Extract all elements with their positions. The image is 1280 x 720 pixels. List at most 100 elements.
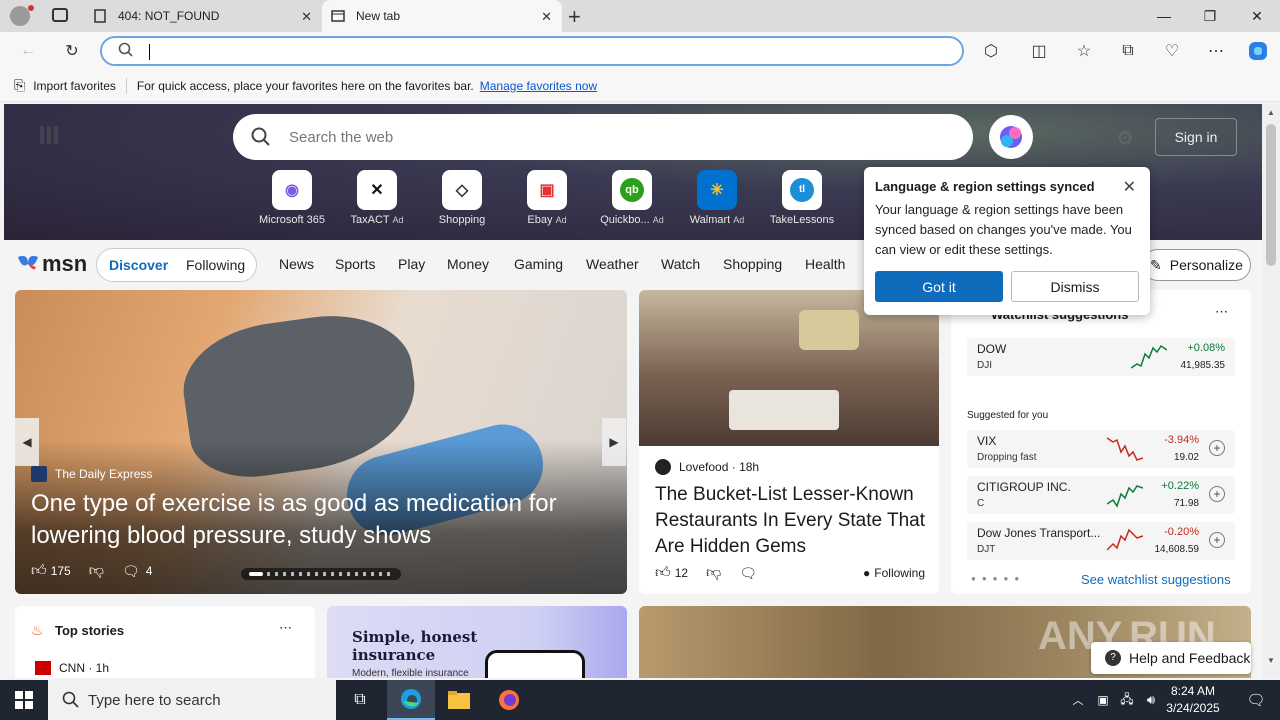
windows-icon (15, 691, 33, 709)
got-it-button[interactable]: Got it (875, 271, 1003, 302)
new-tab-button[interactable]: + (568, 4, 581, 30)
copilot-button[interactable] (989, 115, 1033, 159)
quick-link-takelessons[interactable]: tl TakeLessons (767, 170, 837, 226)
minimize-button[interactable]: — (1141, 0, 1187, 32)
import-favorites-button[interactable]: Import favorites (33, 79, 116, 93)
quick-link-quickbooks[interactable]: qb Quickbo... Ad (597, 170, 667, 226)
following-tab[interactable]: Following (186, 257, 245, 273)
more-menu-icon[interactable]: ⋯ (1202, 39, 1230, 63)
tab-404[interactable]: 404: NOT_FOUND ✕ (84, 0, 322, 32)
dismiss-button[interactable]: Dismiss (1011, 271, 1139, 302)
device-icon[interactable]: ▣ (1092, 680, 1114, 720)
nav-sports[interactable]: Sports (335, 256, 375, 272)
see-watchlist-link[interactable]: See watchlist suggestions (1081, 572, 1231, 587)
top-stories-more-icon[interactable]: ⋯ (279, 620, 292, 636)
notification-dot (28, 5, 34, 11)
watchlist-more-icon[interactable]: ⋯ (1215, 304, 1228, 320)
tab-new-tab[interactable]: New tab ✕ (322, 0, 562, 32)
favorites-star-icon[interactable]: ☆ (1070, 39, 1098, 63)
nav-health[interactable]: Health (805, 256, 845, 272)
article-source: Lovefood · 18h (655, 459, 759, 475)
second-article-card[interactable]: Lovefood · 18h The Bucket-List Lesser-Kn… (639, 290, 939, 594)
nav-watch[interactable]: Watch (661, 256, 700, 272)
nav-news[interactable]: News (279, 256, 314, 272)
comment-icon[interactable]: 🗨︎ (122, 563, 140, 580)
nav-money[interactable]: Money (447, 256, 489, 272)
like-icon[interactable]: 👍︎ (655, 564, 671, 582)
quick-link-shopping[interactable]: ◇ Shopping (427, 170, 497, 226)
watch-row-citigroup[interactable]: CITIGROUP INC. C +0.22% 71.98 + (967, 476, 1235, 514)
quick-link-ebay[interactable]: ▣ Ebay Ad (512, 170, 582, 226)
scroll-up-icon[interactable]: ▲ (1267, 108, 1275, 117)
nav-play[interactable]: Play (398, 256, 425, 272)
main-article-card[interactable]: ◀ ▶ The Daily Express One type of exerci… (15, 290, 627, 594)
insurance-ad-card[interactable]: Simple, honest insurance Modern, flexibl… (327, 606, 627, 678)
watchlist-pager-dots[interactable]: ●●●●● (971, 574, 1025, 583)
add-to-watchlist-button[interactable]: + (1209, 440, 1225, 456)
close-icon[interactable]: ✕ (1123, 177, 1136, 197)
settings-gear-icon[interactable]: ⚙ (1116, 126, 1134, 151)
split-screen-icon[interactable]: ◫ (1025, 39, 1053, 63)
second-headline[interactable]: The Bucket-List Lesser-Known Restaurants… (655, 482, 925, 560)
nav-weather[interactable]: Weather (586, 256, 639, 272)
file-explorer-icon[interactable] (435, 680, 483, 720)
network-icon[interactable]: 🖧︎ (1116, 680, 1138, 720)
quick-link-walmart[interactable]: ✳ Walmart Ad (682, 170, 752, 226)
restore-button[interactable]: ❐ (1187, 0, 1233, 32)
web-search-box[interactable]: Search the web (233, 114, 973, 160)
pencil-icon: ✎ (1150, 256, 1162, 273)
watch-row-vix[interactable]: VIX Dropping fast -3.94% 19.02 + (967, 430, 1235, 468)
source-logo-icon (31, 466, 47, 482)
back-button[interactable]: ← (14, 39, 42, 63)
comment-icon[interactable]: 🗨︎ (739, 565, 757, 582)
profile-icon[interactable] (10, 6, 30, 26)
edge-taskbar-icon[interactable] (387, 680, 435, 720)
help-feedback-button[interactable]: ? Help and Feedback (1091, 642, 1251, 674)
show-hidden-icons[interactable]: ︿ (1066, 680, 1090, 720)
watch-row-dow-transport[interactable]: Dow Jones Transport... DJT -0.20% 14,608… (967, 522, 1235, 560)
sign-in-button[interactable]: Sign in (1155, 118, 1237, 156)
quick-link-taxact[interactable]: ✕ TaxACT Ad (342, 170, 412, 226)
personalize-button[interactable]: ✎ Personalize (1142, 249, 1251, 281)
volume-icon[interactable]: 🔊︎ (1140, 680, 1162, 720)
tab-actions-icon[interactable] (52, 8, 68, 22)
start-button[interactable] (0, 680, 48, 720)
collections-icon[interactable]: ⧉ (1114, 39, 1142, 63)
apps-grid-icon[interactable] (40, 126, 58, 144)
msn-logo[interactable]: msn (16, 251, 87, 277)
firefox-icon[interactable] (485, 680, 533, 720)
copilot-icon[interactable] (1244, 39, 1272, 63)
refresh-button[interactable]: ↻ (58, 39, 86, 63)
taskbar-search[interactable]: Type here to search (48, 680, 336, 720)
extensions-icon[interactable]: ⬡ (977, 39, 1005, 63)
vertical-scrollbar[interactable]: ▲ ▼ (1262, 104, 1280, 678)
close-tab-icon[interactable]: ✕ (301, 9, 312, 25)
dislike-icon[interactable]: 👎︎ (706, 564, 721, 582)
nav-gaming[interactable]: Gaming (514, 256, 563, 272)
scroll-thumb[interactable] (1266, 124, 1276, 266)
nav-shopping[interactable]: Shopping (723, 256, 782, 272)
carousel-dot-active[interactable] (249, 572, 263, 576)
manage-favorites-link[interactable]: Manage favorites now (480, 79, 597, 93)
watch-row-featured[interactable]: DOW DJI +0.08% 41,985.35 (967, 338, 1235, 376)
quick-link-microsoft365[interactable]: ◉ Microsoft 365 (257, 170, 327, 226)
carousel-prev-button[interactable]: ◀ (15, 418, 39, 466)
carousel-next-button[interactable]: ▶ (602, 418, 626, 466)
add-to-watchlist-button[interactable]: + (1209, 486, 1225, 502)
add-to-watchlist-button[interactable]: + (1209, 532, 1225, 548)
ad-phone-image (485, 650, 585, 678)
notifications-icon[interactable]: 🗨︎ (1232, 680, 1280, 720)
close-window-button[interactable]: ✕ (1234, 0, 1280, 32)
system-clock[interactable]: 8:24 AM 3/24/2025 (1164, 683, 1222, 717)
like-icon[interactable]: 👍︎ (31, 562, 47, 580)
task-view-icon[interactable]: ⧉ (336, 680, 384, 720)
discover-tab[interactable]: Discover (109, 257, 168, 273)
main-headline[interactable]: One type of exercise is as good as medic… (31, 488, 591, 552)
address-bar[interactable] (100, 36, 964, 66)
feed-toggle: Discover Following (96, 248, 257, 282)
dislike-icon[interactable]: 👎︎ (89, 562, 104, 580)
close-tab-icon[interactable]: ✕ (541, 9, 552, 25)
browser-essentials-icon[interactable]: ♡ (1158, 39, 1186, 63)
scroll-down-icon[interactable]: ▼ (1267, 656, 1275, 665)
following-label[interactable]: Following (874, 566, 925, 580)
